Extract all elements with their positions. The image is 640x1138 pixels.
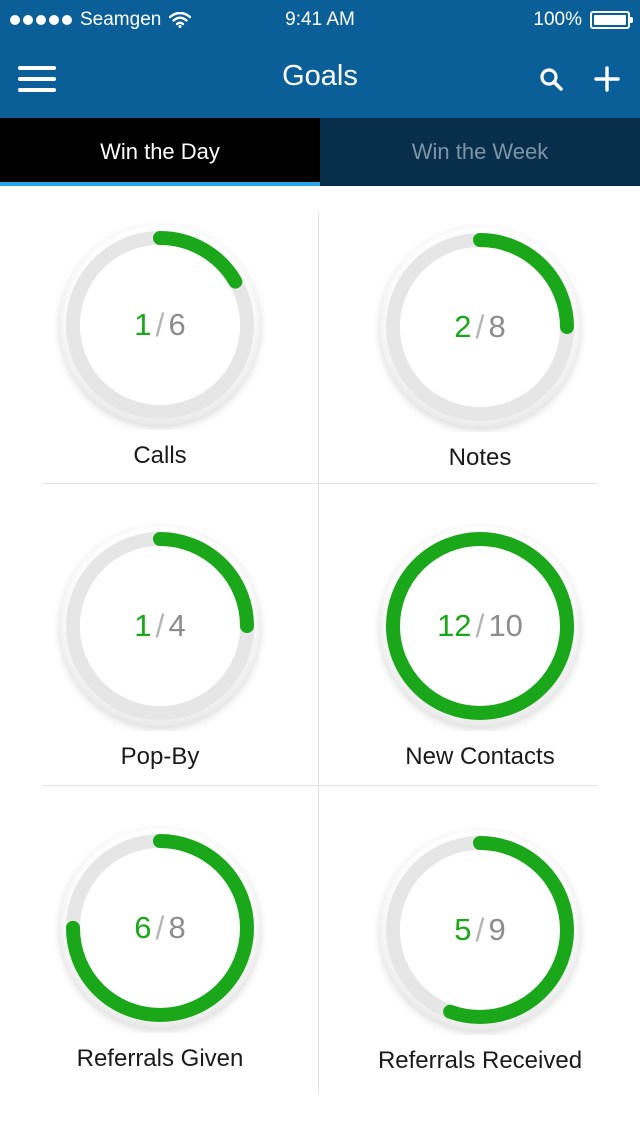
slash-separator: / <box>155 306 165 343</box>
goal-card-calls[interactable]: 1/6 Calls <box>0 186 320 488</box>
goal-label: Referrals Received <box>377 1047 583 1074</box>
goal-target: 9 <box>488 912 506 947</box>
slash-separator: / <box>155 607 165 644</box>
goal-label: Calls <box>133 442 187 469</box>
tab-bar: Win the Day Win the Week <box>0 118 640 186</box>
goal-current: 6 <box>134 910 152 945</box>
goal-card-new-contacts[interactable]: 12/10 New Contacts <box>320 487 640 789</box>
goal-card-pop-by[interactable]: 1/4 Pop-By <box>0 487 320 789</box>
goal-current: 5 <box>454 912 472 947</box>
slash-separator: / <box>155 909 165 946</box>
goal-current: 2 <box>454 309 472 344</box>
goal-count: 1/6 <box>55 220 265 430</box>
goal-target: 4 <box>168 608 186 643</box>
slash-separator: / <box>475 308 485 345</box>
status-right: 100% <box>533 9 633 31</box>
goal-current: 12 <box>437 608 472 643</box>
slash-separator: / <box>475 911 485 948</box>
goal-label: Pop-By <box>120 743 200 770</box>
battery-icon <box>590 11 633 29</box>
goal-target: 8 <box>488 309 506 344</box>
goal-target: 8 <box>168 910 186 945</box>
goal-card-referrals-given[interactable]: 6/8 Referrals Given <box>0 789 320 1091</box>
goal-count: 5/9 <box>375 825 585 1035</box>
goal-count: 12/10 <box>375 521 585 731</box>
nav-bar: Goals <box>0 40 640 118</box>
goals-grid: 1/6 Calls 2/8 Notes 1/4 Pop-By 12/10 New… <box>0 186 640 1138</box>
goal-count: 2/8 <box>375 222 585 432</box>
battery-percentage: 100% <box>533 9 582 30</box>
goal-label: Notes <box>448 444 512 471</box>
goal-target: 10 <box>488 608 523 643</box>
header: Seamgen 9:41 AM 100% Goals <box>0 0 640 118</box>
goal-label: Referrals Given <box>76 1045 244 1072</box>
goal-current: 1 <box>134 307 152 342</box>
search-icon[interactable] <box>538 66 566 94</box>
goal-card-notes[interactable]: 2/8 Notes <box>320 188 640 490</box>
goal-count: 1/4 <box>55 521 265 731</box>
status-bar: Seamgen 9:41 AM 100% <box>0 0 640 40</box>
slash-separator: / <box>475 607 485 644</box>
goal-target: 6 <box>168 307 186 342</box>
goal-current: 1 <box>134 608 152 643</box>
goal-count: 6/8 <box>55 823 265 1033</box>
goal-label: New Contacts <box>405 743 555 770</box>
tab-win-the-day[interactable]: Win the Day <box>0 118 320 186</box>
tab-win-the-week[interactable]: Win the Week <box>320 118 640 186</box>
plus-icon[interactable] <box>592 64 622 94</box>
goal-card-referrals-received[interactable]: 5/9 Referrals Received <box>320 791 640 1093</box>
